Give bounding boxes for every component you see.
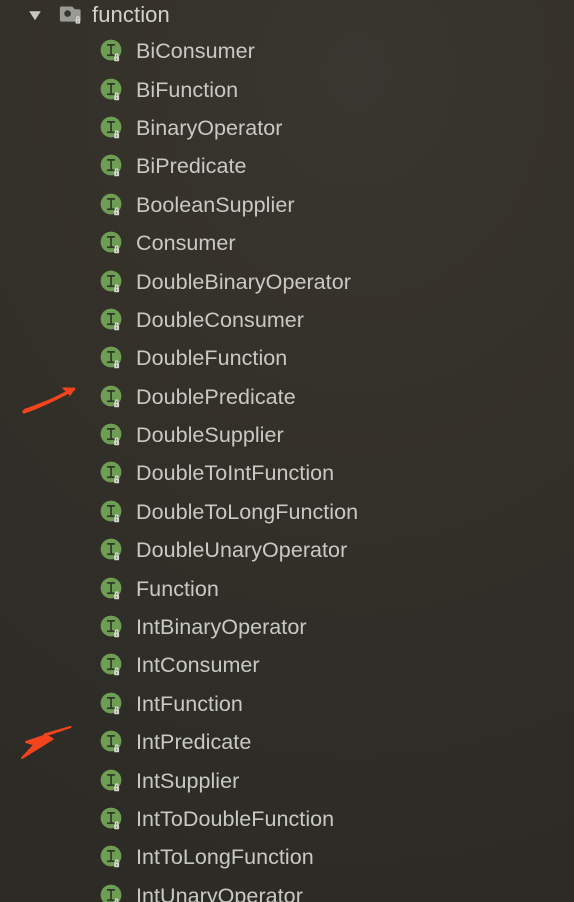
- tree-node-label: BooleanSupplier: [136, 192, 295, 217]
- tree-node-label: DoubleSupplier: [136, 423, 284, 448]
- tree-node-interface[interactable]: IntUnaryOperator: [0, 877, 574, 902]
- tree-node-label: BinaryOperator: [136, 115, 283, 140]
- tree-node-label: DoubleConsumer: [136, 307, 305, 332]
- tree-node-interface[interactable]: DoubleToLongFunction: [0, 493, 574, 531]
- tree-node-interface[interactable]: DoubleUnaryOperator: [0, 531, 574, 569]
- interface-icon: [100, 346, 124, 370]
- interface-icon: [100, 538, 124, 562]
- interface-icon: [100, 884, 124, 902]
- lock-icon: [114, 322, 120, 331]
- tree-node-interface[interactable]: IntFunction: [0, 685, 574, 723]
- interface-icon: [100, 78, 124, 102]
- interface-icon: [100, 154, 124, 178]
- triangle-down-icon[interactable]: [22, 2, 48, 28]
- interface-icon: [100, 730, 124, 754]
- lock-icon: [114, 744, 120, 753]
- interface-icon: [100, 577, 124, 601]
- interface-icon: [100, 385, 124, 409]
- lock-icon: [114, 91, 120, 100]
- interface-icon: [100, 39, 124, 63]
- tree-node-label: IntConsumer: [136, 653, 260, 678]
- interface-icon: [100, 615, 124, 639]
- tree-node-label: Function: [136, 576, 219, 601]
- tree-node-interface[interactable]: DoubleSupplier: [0, 416, 574, 454]
- lock-icon: [114, 168, 120, 177]
- interface-list: BiConsumer BiFunction BinaryOperator BiPred…: [0, 32, 574, 902]
- package-label: function: [92, 2, 170, 27]
- lock-icon: [114, 629, 120, 638]
- lock-icon: [114, 783, 120, 791]
- tree-node-interface[interactable]: BiFunction: [0, 70, 574, 108]
- tree-node-interface[interactable]: DoubleConsumer: [0, 301, 574, 339]
- tree-node-interface[interactable]: DoubleFunction: [0, 339, 574, 377]
- interface-icon: [100, 807, 124, 831]
- lock-icon: [114, 859, 120, 868]
- tree-node-label: BiPredicate: [136, 154, 247, 179]
- lock-icon: [114, 552, 120, 561]
- tree-node-label: DoubleFunction: [136, 346, 288, 371]
- tree-node-interface[interactable]: BooleanSupplier: [0, 186, 574, 224]
- lock-icon: [114, 53, 120, 62]
- tree-node-label: IntToLongFunction: [136, 845, 314, 870]
- tree-node-interface[interactable]: DoubleBinaryOperator: [0, 262, 574, 300]
- tree-node-label: IntBinaryOperator: [136, 615, 307, 640]
- lock-icon: [114, 399, 120, 408]
- tree-node-interface[interactable]: IntConsumer: [0, 646, 574, 684]
- tree-node-interface[interactable]: IntToLongFunction: [0, 838, 574, 876]
- interface-icon: [100, 231, 124, 255]
- tree-node-label: DoubleUnaryOperator: [136, 538, 348, 563]
- tree-node-label: BiConsumer: [136, 39, 255, 64]
- package-icon: [58, 2, 84, 28]
- interface-icon: [100, 116, 124, 140]
- lock-icon: [114, 283, 120, 292]
- tree-node-label: DoubleToIntFunction: [136, 461, 335, 486]
- interface-icon: [100, 308, 124, 332]
- interface-icon: [100, 193, 124, 217]
- interface-icon: [100, 845, 124, 869]
- lock-icon: [114, 821, 120, 830]
- interface-icon: [100, 692, 124, 716]
- tree-node-label: DoubleToLongFunction: [136, 499, 359, 524]
- tree-node-interface[interactable]: Consumer: [0, 224, 574, 262]
- tree-node-interface[interactable]: BiPredicate: [0, 147, 574, 185]
- tree-node-interface[interactable]: BiConsumer: [0, 32, 574, 70]
- tree-node-package[interactable]: function: [0, 0, 170, 30]
- lock-icon: [114, 130, 120, 139]
- tree-node-label: IntFunction: [136, 691, 243, 716]
- tree-node-label: Consumer: [136, 231, 236, 256]
- lock-icon: [114, 207, 120, 216]
- tree-node-label: IntSupplier: [136, 768, 240, 793]
- package-tree-panel: function BiConsumer BiFunction BinaryOpera…: [0, 0, 574, 902]
- lock-icon: [75, 16, 81, 24]
- interface-icon: [100, 270, 124, 294]
- tree-node-label: DoublePredicate: [136, 384, 296, 409]
- tree-node-interface[interactable]: IntBinaryOperator: [0, 608, 574, 646]
- tree-node-label: IntPredicate: [136, 730, 252, 755]
- lock-icon: [114, 360, 120, 369]
- lock-icon: [114, 667, 120, 676]
- tree-node-interface[interactable]: DoubleToIntFunction: [0, 454, 574, 492]
- interface-icon: [100, 769, 124, 793]
- interface-icon: [100, 653, 124, 677]
- interface-icon: [100, 500, 124, 524]
- lock-icon: [114, 706, 120, 715]
- interface-icon: [100, 423, 124, 447]
- tree-node-label: IntToDoubleFunction: [136, 807, 335, 831]
- tree-node-interface[interactable]: IntPredicate: [0, 723, 574, 761]
- tree-node-interface[interactable]: DoublePredicate: [0, 378, 574, 416]
- lock-icon: [114, 245, 120, 254]
- tree-node-interface[interactable]: Function: [0, 569, 574, 607]
- lock-icon: [114, 437, 120, 446]
- lock-icon: [114, 475, 120, 484]
- tree-node-label: BiFunction: [136, 77, 239, 102]
- tree-node-label: DoubleBinaryOperator: [136, 269, 351, 294]
- interface-icon: [100, 461, 124, 485]
- lock-icon: [114, 514, 120, 523]
- tree-node-label: IntUnaryOperator: [136, 883, 303, 902]
- tree-node-interface[interactable]: BinaryOperator: [0, 109, 574, 147]
- lock-icon: [114, 591, 120, 599]
- tree-node-interface[interactable]: IntToDoubleFunction: [0, 800, 574, 838]
- tree-node-interface[interactable]: IntSupplier: [0, 761, 574, 799]
